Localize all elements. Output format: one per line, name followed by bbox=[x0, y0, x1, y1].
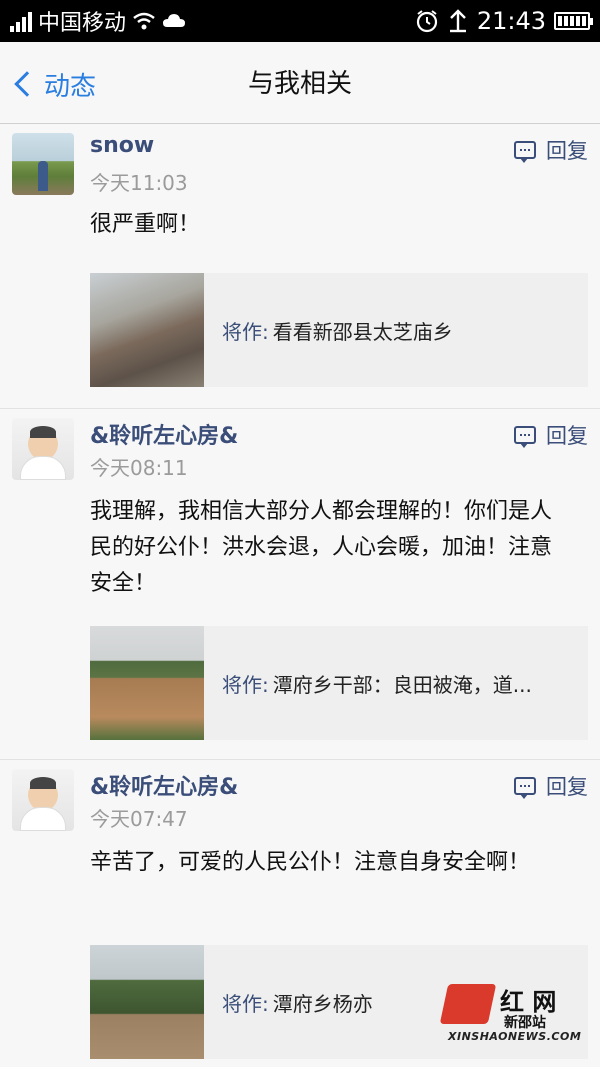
hongwang-logo-icon bbox=[439, 984, 497, 1024]
comment-icon bbox=[514, 141, 536, 163]
timestamp: 今天08:11 bbox=[90, 456, 188, 480]
comment-icon bbox=[514, 777, 536, 799]
post-thumbnail bbox=[90, 626, 204, 740]
reply-label: 回复 bbox=[546, 775, 588, 799]
watermark-site: 新邵站 bbox=[504, 1015, 546, 1031]
battery-icon bbox=[554, 12, 593, 30]
reply-button[interactable]: 回复 bbox=[514, 771, 588, 801]
signal-icon bbox=[10, 10, 32, 32]
username[interactable]: &聆听左心房& bbox=[90, 418, 238, 450]
comment-text: 我理解，我相信大部分人都会理解的！你们是人民的好公仆！洪水会退，人心会暖，加油！… bbox=[90, 499, 553, 596]
timestamp: 今天11:03 bbox=[90, 171, 188, 195]
card-title: 潭府乡杨亦 bbox=[272, 991, 373, 1016]
nav-bar: 动态 与我相关 bbox=[0, 42, 600, 124]
comment-text: 很严重啊！ bbox=[90, 212, 201, 237]
post-thumbnail bbox=[90, 273, 204, 387]
reply-button[interactable]: 回复 bbox=[514, 135, 588, 165]
watermark-url: XINSHAONEWS.COM bbox=[448, 1030, 582, 1043]
card-prefix: 将作: bbox=[222, 991, 269, 1016]
list-item: snow 今天11:03 回复 很严重啊！ 将作: 看看新邵县太芝庙乡 bbox=[0, 125, 600, 409]
reply-label: 回复 bbox=[546, 139, 588, 163]
data-sync-icon bbox=[449, 9, 466, 33]
watermark-logo: 红 网 新邵站 XINSHAONEWS.COM bbox=[439, 978, 590, 1050]
username[interactable]: snow bbox=[90, 133, 154, 158]
post-thumbnail bbox=[90, 945, 204, 1059]
card-prefix: 将作: bbox=[222, 319, 269, 344]
username[interactable]: &聆听左心房& bbox=[90, 769, 238, 801]
list-item: &聆听左心房& 今天08:11 回复 我理解，我相信大部分人都会理解的！你们是人… bbox=[0, 410, 600, 760]
avatar[interactable] bbox=[12, 418, 74, 480]
linked-post-card[interactable]: 将作: 看看新邵县太芝庙乡 bbox=[90, 273, 588, 387]
page-title: 与我相关 bbox=[247, 69, 352, 99]
card-title: 潭府乡干部：良田被淹，道... bbox=[272, 672, 532, 697]
comment-icon bbox=[514, 426, 536, 448]
carrier-label: 中国移动 bbox=[38, 11, 127, 36]
comment-text: 辛苦了，可爱的人民公仆！注意自身安全啊！ bbox=[90, 850, 531, 875]
clock-label: 21:43 bbox=[476, 7, 546, 35]
card-prefix: 将作: bbox=[222, 672, 269, 697]
reply-label: 回复 bbox=[546, 424, 588, 448]
wifi-icon bbox=[133, 12, 155, 30]
alarm-icon bbox=[416, 10, 437, 33]
linked-post-card[interactable]: 将作: 潭府乡干部：良田被淹，道... bbox=[90, 626, 588, 740]
reply-button[interactable]: 回复 bbox=[514, 420, 588, 450]
timestamp: 今天07:47 bbox=[90, 807, 188, 831]
status-bar: 中国移动 21:43 bbox=[0, 0, 600, 42]
card-title: 看看新邵县太芝庙乡 bbox=[272, 319, 453, 344]
cloud-icon bbox=[163, 14, 186, 27]
avatar[interactable] bbox=[12, 133, 74, 195]
avatar[interactable] bbox=[12, 769, 74, 831]
